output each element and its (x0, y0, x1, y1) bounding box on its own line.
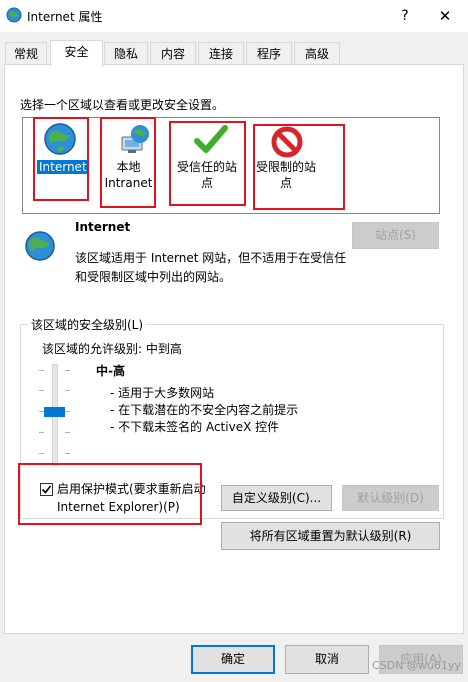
close-button[interactable]: ✕ (432, 5, 458, 27)
slider-tick (39, 390, 44, 391)
slider-tick (65, 370, 70, 371)
security-level-slider-thumb[interactable] (44, 407, 65, 417)
allowed-level-text: 该区域的允许级别: 中到高 (42, 342, 182, 356)
zone-prompt: 选择一个区域以查看或更改安全设置。 (20, 98, 225, 112)
help-button[interactable]: ? (394, 5, 416, 27)
slider-tick (65, 432, 70, 433)
tab-programs[interactable]: 程序 (246, 42, 292, 64)
highlight-box-trusted (169, 121, 246, 206)
highlight-box-intranet (100, 117, 156, 208)
internet-options-icon (6, 7, 22, 23)
window-title: Internet 属性 (27, 10, 103, 24)
tab-privacy[interactable]: 隐私 (104, 42, 148, 64)
selected-zone-description: 该区域适用于 Internet 网站，但不适用于在受信任和受限制区域中列出的网站… (75, 251, 347, 284)
slider-tick (39, 453, 44, 454)
reset-all-zones-button[interactable]: 将所有区域重置为默认级别(R) (221, 522, 440, 550)
tab-general[interactable]: 常规 (5, 42, 47, 64)
watermark: CSDN @wu61yy (372, 659, 461, 672)
highlight-box-protected-mode (18, 463, 202, 525)
selected-zone-title: Internet (75, 220, 131, 234)
security-level-detail: - 不下载未签名的 ActiveX 控件 (110, 420, 280, 434)
tab-connections[interactable]: 连接 (198, 42, 244, 64)
tab-content[interactable]: 内容 (150, 42, 196, 64)
slider-tick (39, 432, 44, 433)
selected-zone-globe-icon (25, 231, 55, 261)
sites-button[interactable]: 站点(S) (352, 222, 439, 249)
slider-tick (65, 453, 70, 454)
slider-tick (65, 411, 70, 412)
ok-button[interactable]: 确定 (191, 645, 275, 674)
cancel-button[interactable]: 取消 (285, 645, 369, 674)
slider-tick (39, 370, 44, 371)
custom-level-button[interactable]: 自定义级别(C)... (221, 485, 332, 511)
security-level-group-title: 该区域的安全级别(L) (28, 316, 147, 333)
security-level-detail: - 适用于大多数网站 (110, 386, 215, 400)
highlight-box-internet (33, 117, 89, 201)
highlight-box-restricted (253, 124, 345, 210)
tab-security[interactable]: 安全 (50, 40, 103, 66)
security-level-detail: - 在下载潜在的不安全内容之前提示 (110, 403, 299, 417)
slider-tick (65, 390, 70, 391)
default-level-button[interactable]: 默认级别(D) (342, 485, 439, 511)
tab-advanced[interactable]: 高级 (294, 42, 340, 64)
security-level-name: 中-高 (96, 364, 125, 378)
